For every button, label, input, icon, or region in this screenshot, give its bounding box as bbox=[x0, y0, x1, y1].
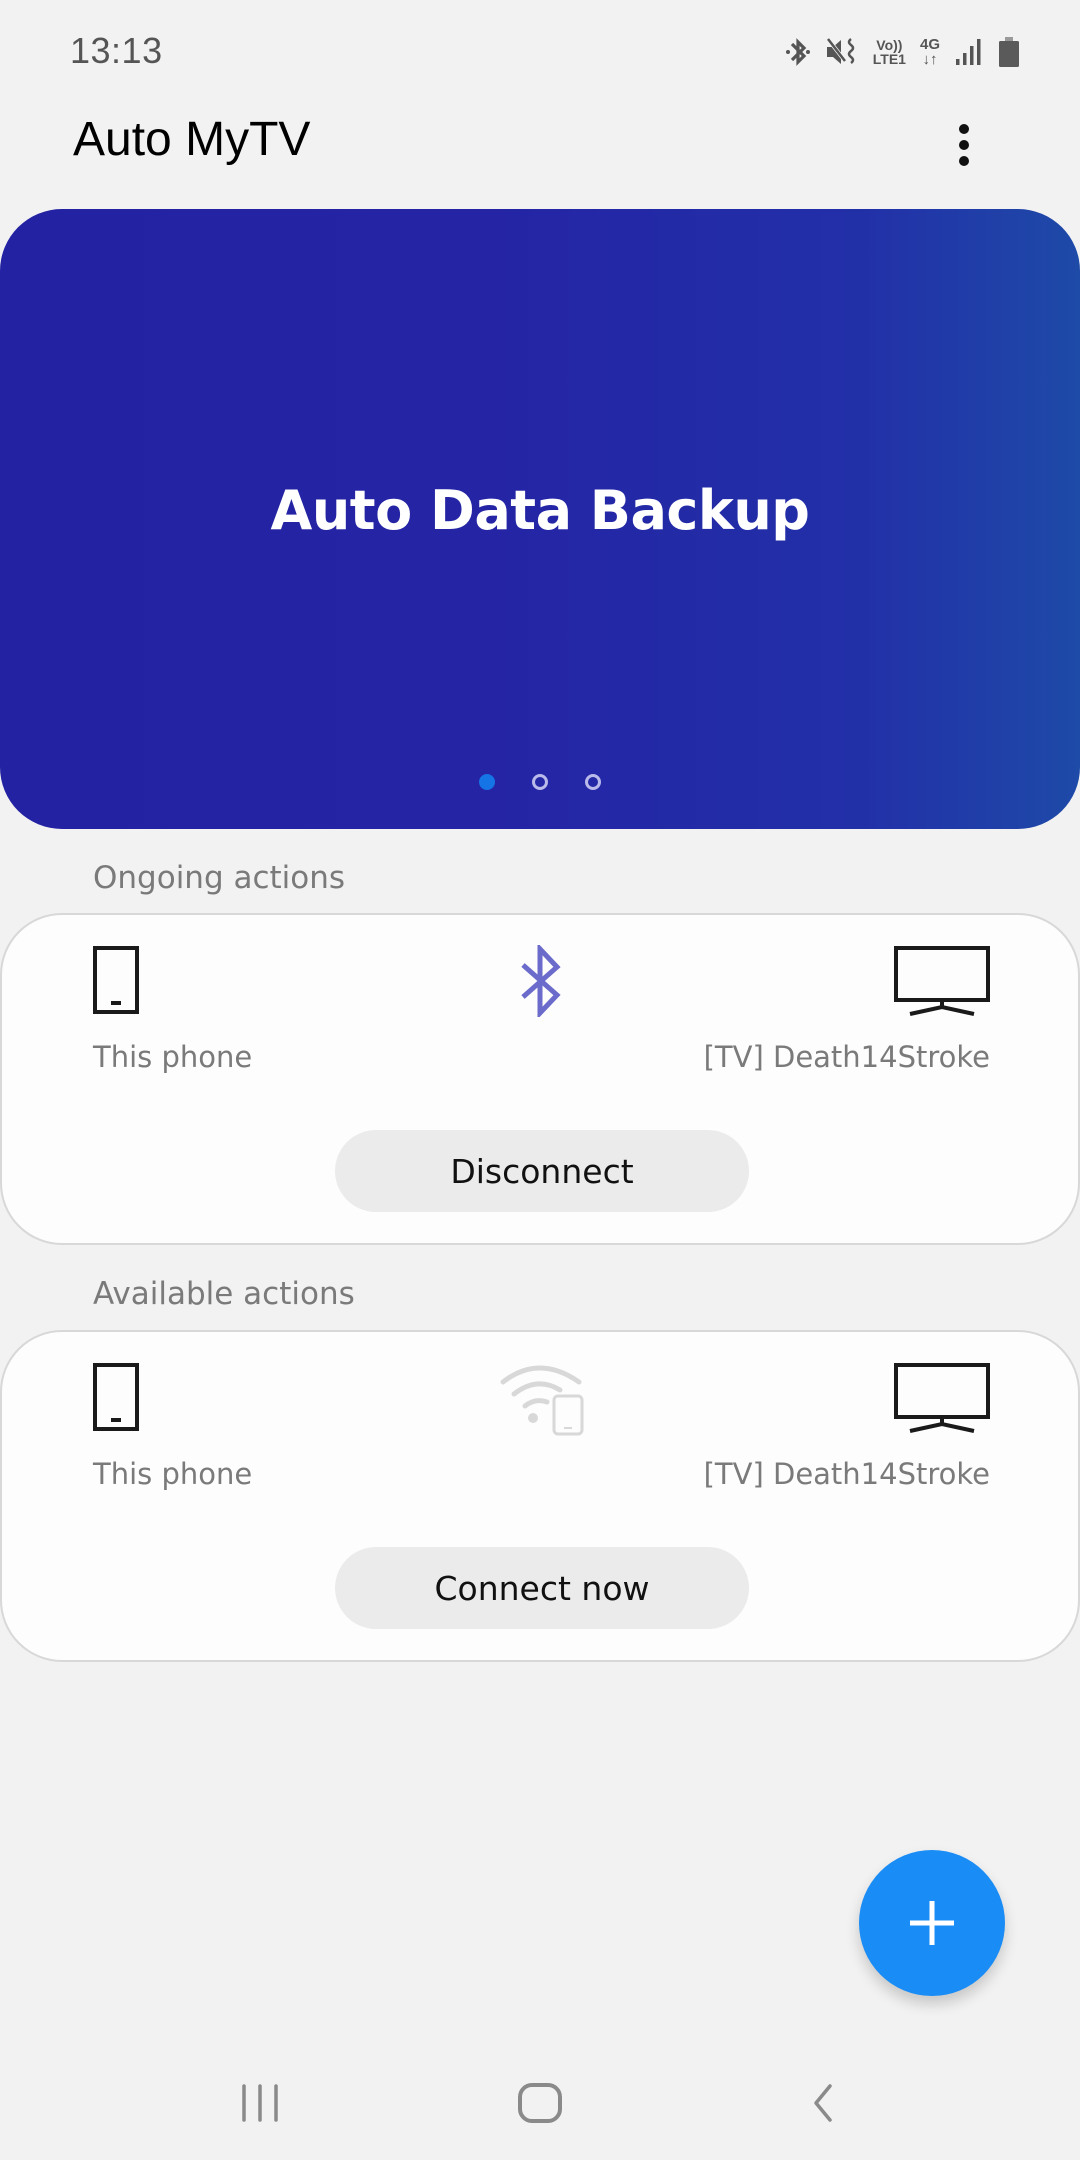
status-time: 13:13 bbox=[70, 30, 163, 71]
more-vertical-icon bbox=[959, 124, 969, 134]
battery-icon bbox=[999, 37, 1019, 67]
plus-icon bbox=[910, 1901, 954, 1945]
back-button[interactable] bbox=[783, 2075, 863, 2130]
volte-icon: Vo)) LTE1 bbox=[872, 37, 906, 67]
navigation-bar bbox=[0, 2040, 1080, 2160]
source-device-label: This phone bbox=[93, 1457, 253, 1491]
banner-title: Auto Data Backup bbox=[270, 479, 810, 542]
signal-icon bbox=[956, 39, 981, 65]
page-dot-1[interactable] bbox=[479, 774, 495, 790]
source-device-label: This phone bbox=[93, 1040, 253, 1074]
ongoing-action-card: This phone [TV] Death14Stroke Disconnect bbox=[0, 913, 1080, 1245]
home-button[interactable] bbox=[500, 2075, 580, 2130]
back-icon bbox=[814, 2083, 832, 2122]
available-action-card: This phone [TV] Death14Stroke Connect no… bbox=[0, 1330, 1080, 1662]
connect-now-button[interactable]: Connect now bbox=[335, 1547, 749, 1629]
target-device-label: [TV] Death14Stroke bbox=[703, 1457, 990, 1491]
page-dot-3[interactable] bbox=[585, 774, 601, 790]
recents-icon bbox=[242, 2083, 278, 2122]
page-dot-2[interactable] bbox=[532, 774, 548, 790]
4g-data-icon: 4G ↓↑ bbox=[919, 36, 940, 68]
more-options-button[interactable] bbox=[940, 115, 988, 175]
recents-button[interactable] bbox=[220, 2075, 300, 2130]
mute-vibrate-icon bbox=[826, 37, 855, 64]
ongoing-actions-label: Ongoing actions bbox=[93, 860, 346, 896]
add-button[interactable] bbox=[859, 1850, 1005, 1996]
status-bar: 13:13 Vo)) LTE1 4G ↓↑ bbox=[0, 0, 1080, 100]
bluetooth-icon bbox=[785, 38, 810, 66]
target-device-label: [TV] Death14Stroke bbox=[703, 1040, 990, 1074]
phone-icon bbox=[93, 1363, 139, 1431]
disconnect-button[interactable]: Disconnect bbox=[335, 1130, 749, 1212]
tv-icon bbox=[894, 946, 990, 1016]
wifi-phone-icon bbox=[500, 1365, 584, 1436]
status-icons: Vo)) LTE1 4G ↓↑ bbox=[785, 32, 1020, 72]
page-indicator bbox=[0, 774, 1080, 790]
tv-icon bbox=[894, 1363, 990, 1433]
app-title: Auto MyTV bbox=[73, 113, 311, 166]
phone-icon bbox=[93, 946, 139, 1014]
promo-banner[interactable]: Auto Data Backup bbox=[0, 209, 1080, 829]
bluetooth-icon bbox=[521, 945, 561, 1017]
home-icon bbox=[518, 2082, 562, 2123]
available-actions-label: Available actions bbox=[93, 1276, 355, 1312]
